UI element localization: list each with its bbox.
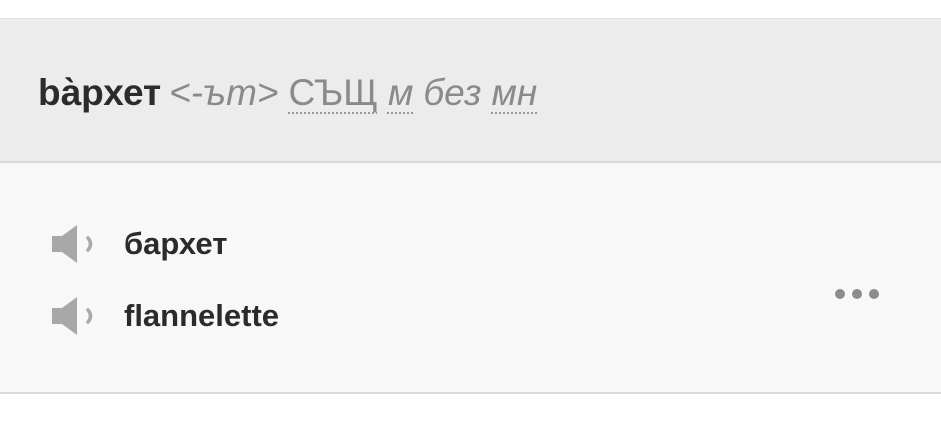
dictionary-entry-card: bа̀рхет <-ът> СЪЩ м без мн бархет flannelette: [0, 18, 941, 394]
gender-abbr[interactable]: м: [388, 72, 413, 113]
ellipsis-icon-dot: [835, 289, 845, 299]
speaker-icon[interactable]: [50, 296, 98, 336]
translation-item: flannelette: [50, 296, 279, 336]
ellipsis-icon-dot: [869, 289, 879, 299]
inflection-form: <-ът>: [169, 72, 279, 113]
translation-text: flannelette: [124, 298, 280, 333]
headword-line: bа̀рхет <-ът> СЪЩ м без мн: [38, 71, 537, 115]
without-label: без: [423, 72, 482, 113]
headword: bа̀рхет: [38, 72, 162, 113]
ellipsis-icon-dot: [852, 289, 862, 299]
entry-header: bа̀рхет <-ът> СЪЩ м без мн: [0, 19, 941, 163]
more-options-button[interactable]: [835, 281, 879, 307]
part-of-speech-abbr[interactable]: СЪЩ: [289, 72, 378, 113]
plural-abbr[interactable]: мн: [492, 72, 538, 113]
translation-text: бархет: [124, 226, 228, 261]
translation-item: бархет: [50, 224, 227, 264]
speaker-icon[interactable]: [50, 224, 98, 264]
